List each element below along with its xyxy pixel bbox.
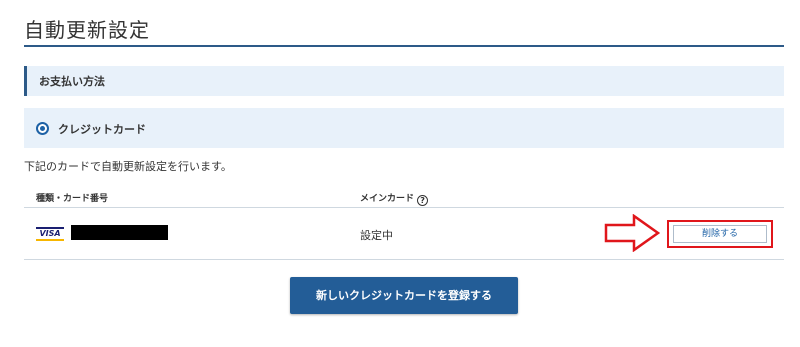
question-circle-icon[interactable]: ? bbox=[417, 195, 429, 206]
column-header-card-type: 種類・カード番号 bbox=[36, 194, 109, 204]
right-arrow-icon bbox=[604, 214, 660, 252]
visa-logo: VISA bbox=[36, 227, 64, 241]
credit-card-radio[interactable] bbox=[36, 122, 49, 135]
main-card-status: 設定中 bbox=[360, 229, 393, 242]
register-new-card-button[interactable]: 新しいクレジットカードを登録する bbox=[290, 277, 518, 314]
payment-description: 下記のカードで自動更新設定を行います。 bbox=[24, 160, 232, 173]
payment-section-title: お支払い方法 bbox=[39, 75, 105, 88]
table-divider-bottom bbox=[24, 259, 784, 260]
delete-card-button[interactable]: 削除する bbox=[673, 225, 767, 243]
column-header-main-card: メインカード? bbox=[360, 191, 429, 206]
table-divider-top bbox=[24, 207, 784, 208]
title-divider bbox=[24, 45, 784, 47]
payment-method-option[interactable]: クレジットカード bbox=[24, 108, 784, 148]
payment-section-header: お支払い方法 bbox=[24, 66, 784, 96]
main-card-header-label: メインカード bbox=[360, 194, 415, 204]
page-title: 自動更新設定 bbox=[24, 18, 150, 42]
redacted-card-number bbox=[71, 225, 168, 240]
credit-card-label: クレジットカード bbox=[58, 123, 146, 136]
delete-highlight-box: 削除する bbox=[667, 220, 773, 248]
